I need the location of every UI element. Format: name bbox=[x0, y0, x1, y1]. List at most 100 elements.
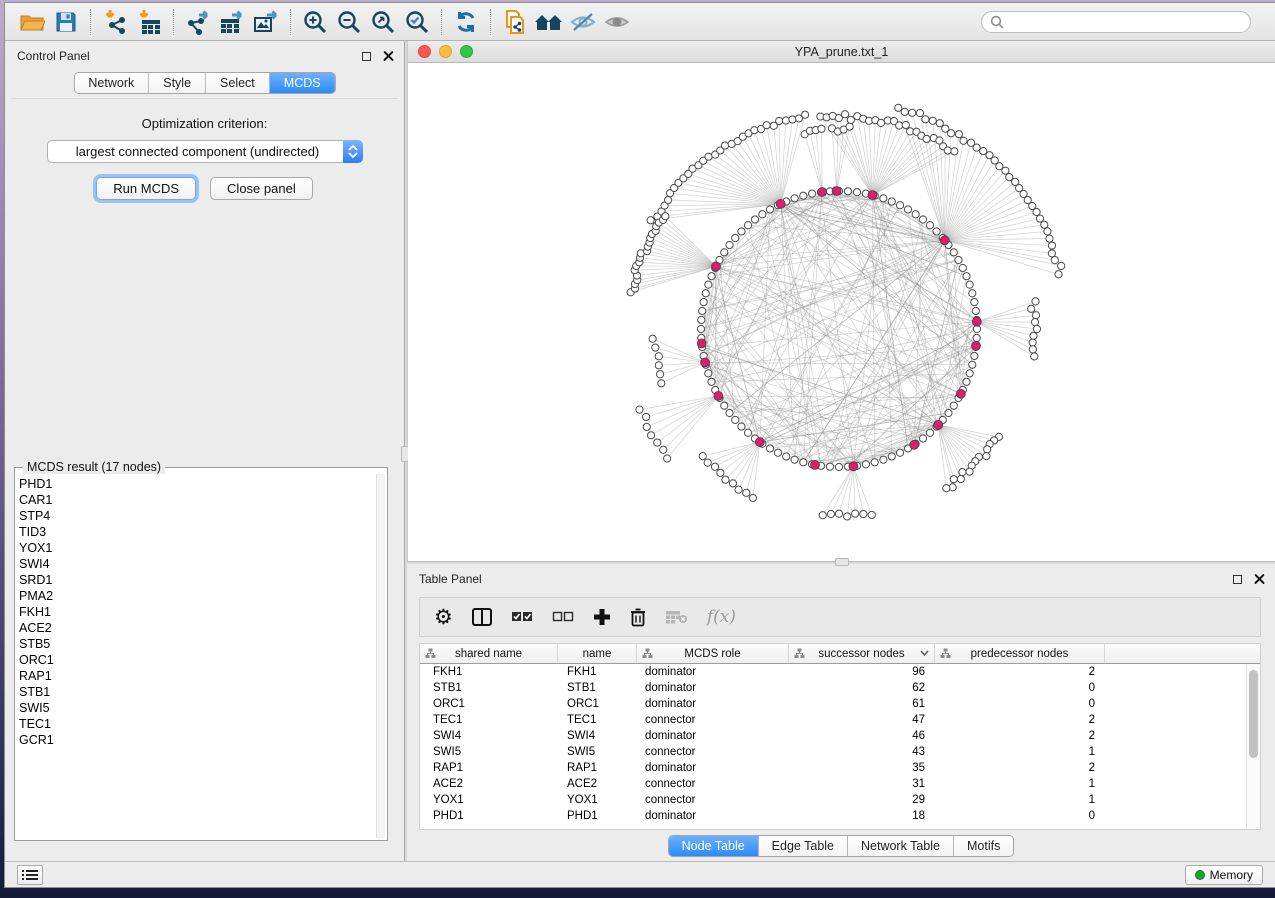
network-node[interactable] bbox=[973, 334, 980, 341]
network-node[interactable] bbox=[923, 135, 930, 142]
network-node[interactable] bbox=[1048, 250, 1055, 257]
network-node[interactable] bbox=[749, 494, 756, 501]
network-node[interactable] bbox=[926, 222, 933, 229]
search-input[interactable] bbox=[1009, 15, 1242, 29]
network-node[interactable] bbox=[708, 378, 715, 385]
network-window-titlebar[interactable]: YPA_prune.txt_1 bbox=[408, 41, 1275, 63]
network-node[interactable] bbox=[877, 119, 884, 126]
table-row[interactable]: ORC1ORC1dominator610 bbox=[420, 696, 1246, 712]
network-node[interactable] bbox=[943, 485, 950, 492]
network-node[interactable] bbox=[759, 211, 766, 218]
mcds-hub-node[interactable] bbox=[755, 438, 764, 447]
network-canvas[interactable] bbox=[408, 63, 1275, 561]
zoom-fit-icon[interactable] bbox=[366, 7, 400, 37]
mcds-result-item[interactable]: SWI5 bbox=[19, 700, 375, 716]
tab-mcds[interactable]: MCDS bbox=[270, 73, 335, 93]
network-node[interactable] bbox=[841, 111, 848, 118]
network-node[interactable] bbox=[947, 130, 954, 137]
network-node[interactable] bbox=[647, 217, 654, 224]
network-node[interactable] bbox=[704, 459, 711, 466]
network-node[interactable] bbox=[699, 452, 706, 459]
hide-selected-icon[interactable] bbox=[566, 7, 600, 37]
network-node[interactable] bbox=[929, 117, 936, 124]
network-node[interactable] bbox=[776, 117, 783, 124]
mcds-result-item[interactable]: YOX1 bbox=[19, 540, 375, 556]
network-node[interactable] bbox=[966, 281, 973, 288]
mcds-result-item[interactable]: ACE2 bbox=[19, 620, 375, 636]
mcds-result-item[interactable]: TEC1 bbox=[19, 716, 375, 732]
network-node[interactable] bbox=[705, 153, 712, 160]
deselect-all-icon[interactable] bbox=[552, 610, 574, 624]
refresh-view-icon[interactable] bbox=[449, 7, 483, 37]
network-node[interactable] bbox=[957, 475, 964, 482]
network-node[interactable] bbox=[738, 423, 745, 430]
network-node[interactable] bbox=[969, 361, 976, 368]
import-network-icon[interactable] bbox=[98, 7, 132, 37]
network-node[interactable] bbox=[721, 402, 728, 409]
network-node[interactable] bbox=[649, 335, 656, 342]
first-neighbors-icon[interactable] bbox=[532, 7, 566, 37]
network-node[interactable] bbox=[783, 453, 790, 460]
mcds-hub-node[interactable] bbox=[712, 262, 721, 271]
network-node[interactable] bbox=[699, 307, 706, 314]
network-node[interactable] bbox=[654, 439, 661, 446]
network-node[interactable] bbox=[751, 127, 758, 134]
network-node[interactable] bbox=[888, 198, 895, 205]
column-header-shared-name[interactable]: shared name bbox=[420, 644, 558, 663]
network-node[interactable] bbox=[846, 123, 853, 130]
network-node[interactable] bbox=[1029, 346, 1036, 353]
network-node[interactable] bbox=[1055, 271, 1062, 278]
network-node[interactable] bbox=[735, 486, 742, 493]
network-node[interactable] bbox=[969, 290, 976, 297]
network-node[interactable] bbox=[664, 455, 671, 462]
network-node[interactable] bbox=[636, 406, 643, 413]
network-node[interactable] bbox=[933, 228, 940, 235]
close-panel-icon[interactable] bbox=[1254, 574, 1265, 585]
network-node[interactable] bbox=[959, 264, 966, 271]
export-table-icon[interactable] bbox=[215, 7, 249, 37]
network-node[interactable] bbox=[702, 290, 709, 297]
table-row[interactable]: SWI5SWI5connector431 bbox=[420, 744, 1246, 760]
network-node[interactable] bbox=[652, 344, 659, 351]
network-node[interactable] bbox=[655, 353, 662, 360]
mcds-list-scrollbar[interactable] bbox=[376, 474, 385, 838]
export-image-icon[interactable] bbox=[249, 7, 283, 37]
network-node[interactable] bbox=[705, 370, 712, 377]
network-node[interactable] bbox=[643, 423, 650, 430]
mcds-hub-node[interactable] bbox=[714, 392, 723, 401]
network-node[interactable] bbox=[871, 459, 878, 466]
network-node[interactable] bbox=[950, 402, 957, 409]
network-node[interactable] bbox=[966, 468, 973, 475]
network-node[interactable] bbox=[880, 456, 887, 463]
network-node[interactable] bbox=[963, 378, 970, 385]
network-node[interactable] bbox=[922, 116, 929, 123]
network-node[interactable] bbox=[1044, 228, 1051, 235]
network-node[interactable] bbox=[868, 511, 875, 518]
table-row[interactable]: PHD1PHD1dominator180 bbox=[420, 808, 1246, 824]
network-node[interactable] bbox=[717, 469, 724, 476]
close-panel-button[interactable]: Close panel bbox=[210, 177, 313, 200]
network-node[interactable] bbox=[722, 476, 729, 483]
mcds-result-item[interactable]: ORC1 bbox=[19, 652, 375, 668]
column-header-name[interactable]: name bbox=[558, 644, 637, 663]
memory-button[interactable]: Memory bbox=[1185, 865, 1263, 885]
network-node[interactable] bbox=[1031, 319, 1038, 326]
float-panel-icon[interactable] bbox=[1233, 575, 1242, 584]
network-node[interactable] bbox=[658, 380, 665, 387]
network-node[interactable] bbox=[936, 120, 943, 127]
network-node[interactable] bbox=[1029, 339, 1036, 346]
mcds-hub-node[interactable] bbox=[956, 389, 965, 398]
network-node[interactable] bbox=[912, 211, 919, 218]
column-header-mcds-role[interactable]: MCDS role bbox=[637, 644, 789, 663]
mcds-result-list[interactable]: PHD1CAR1STP4TID3YOX1SWI4SRD1PMA2FKH1ACE2… bbox=[19, 476, 375, 838]
select-all-icon[interactable] bbox=[511, 610, 533, 624]
network-node[interactable] bbox=[1058, 262, 1065, 269]
mcds-result-item[interactable]: SWI4 bbox=[19, 556, 375, 572]
criterion-dropdown[interactable]: largest connected component (undirected) bbox=[47, 140, 363, 163]
run-mcds-button[interactable]: Run MCDS bbox=[96, 177, 196, 200]
float-panel-icon[interactable] bbox=[362, 52, 371, 61]
network-node[interactable] bbox=[916, 109, 923, 116]
save-session-icon[interactable] bbox=[49, 7, 83, 37]
table-row[interactable]: STB1STB1dominator620 bbox=[420, 680, 1246, 696]
table-row[interactable]: FKH1FKH1dominator962 bbox=[420, 664, 1246, 680]
